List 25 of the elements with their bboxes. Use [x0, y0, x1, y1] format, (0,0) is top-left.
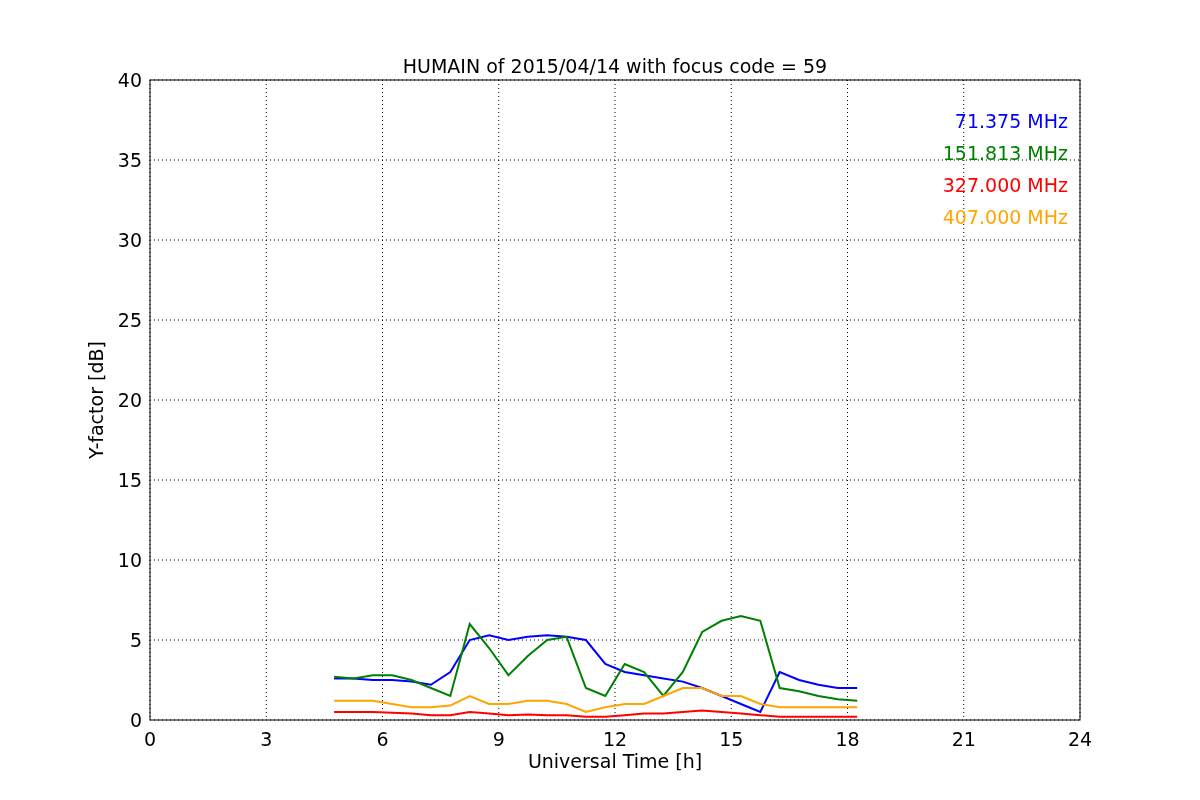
y-tick-label: 40: [117, 69, 142, 91]
x-tick-label: 21: [951, 728, 976, 750]
legend-label: 407.000 MHz: [942, 206, 1068, 228]
x-axis-label: Universal Time [h]: [527, 750, 703, 772]
y-tick-label: 30: [117, 229, 142, 251]
legend-label: 327.000 MHz: [942, 174, 1068, 196]
legend-label: 151.813 MHz: [942, 142, 1068, 164]
y-tick-label: 15: [117, 469, 142, 491]
x-tick-label: 0: [143, 728, 157, 750]
x-tick-label: 15: [719, 728, 744, 750]
y-tick-label: 0: [129, 709, 142, 731]
legend-label: 71.375 MHz: [954, 110, 1068, 132]
x-tick-label: 6: [376, 728, 389, 750]
x-tick-label: 18: [835, 728, 860, 750]
x-tick-label: 12: [602, 728, 628, 750]
y-tick-label: 10: [117, 549, 142, 571]
chart-title: HUMAIN of 2015/04/14 with focus code = 59: [402, 55, 828, 77]
y-tick-label: 35: [117, 149, 142, 171]
y-tick-label: 25: [117, 309, 142, 331]
x-tick-label: 3: [260, 728, 273, 750]
y-tick-label: 20: [117, 389, 142, 411]
y-tick-label: 5: [129, 629, 142, 651]
y-axis-label: Y-factor [dB]: [85, 341, 107, 459]
x-tick-label: 9: [492, 728, 505, 750]
x-tick-label: 24: [1067, 728, 1093, 750]
